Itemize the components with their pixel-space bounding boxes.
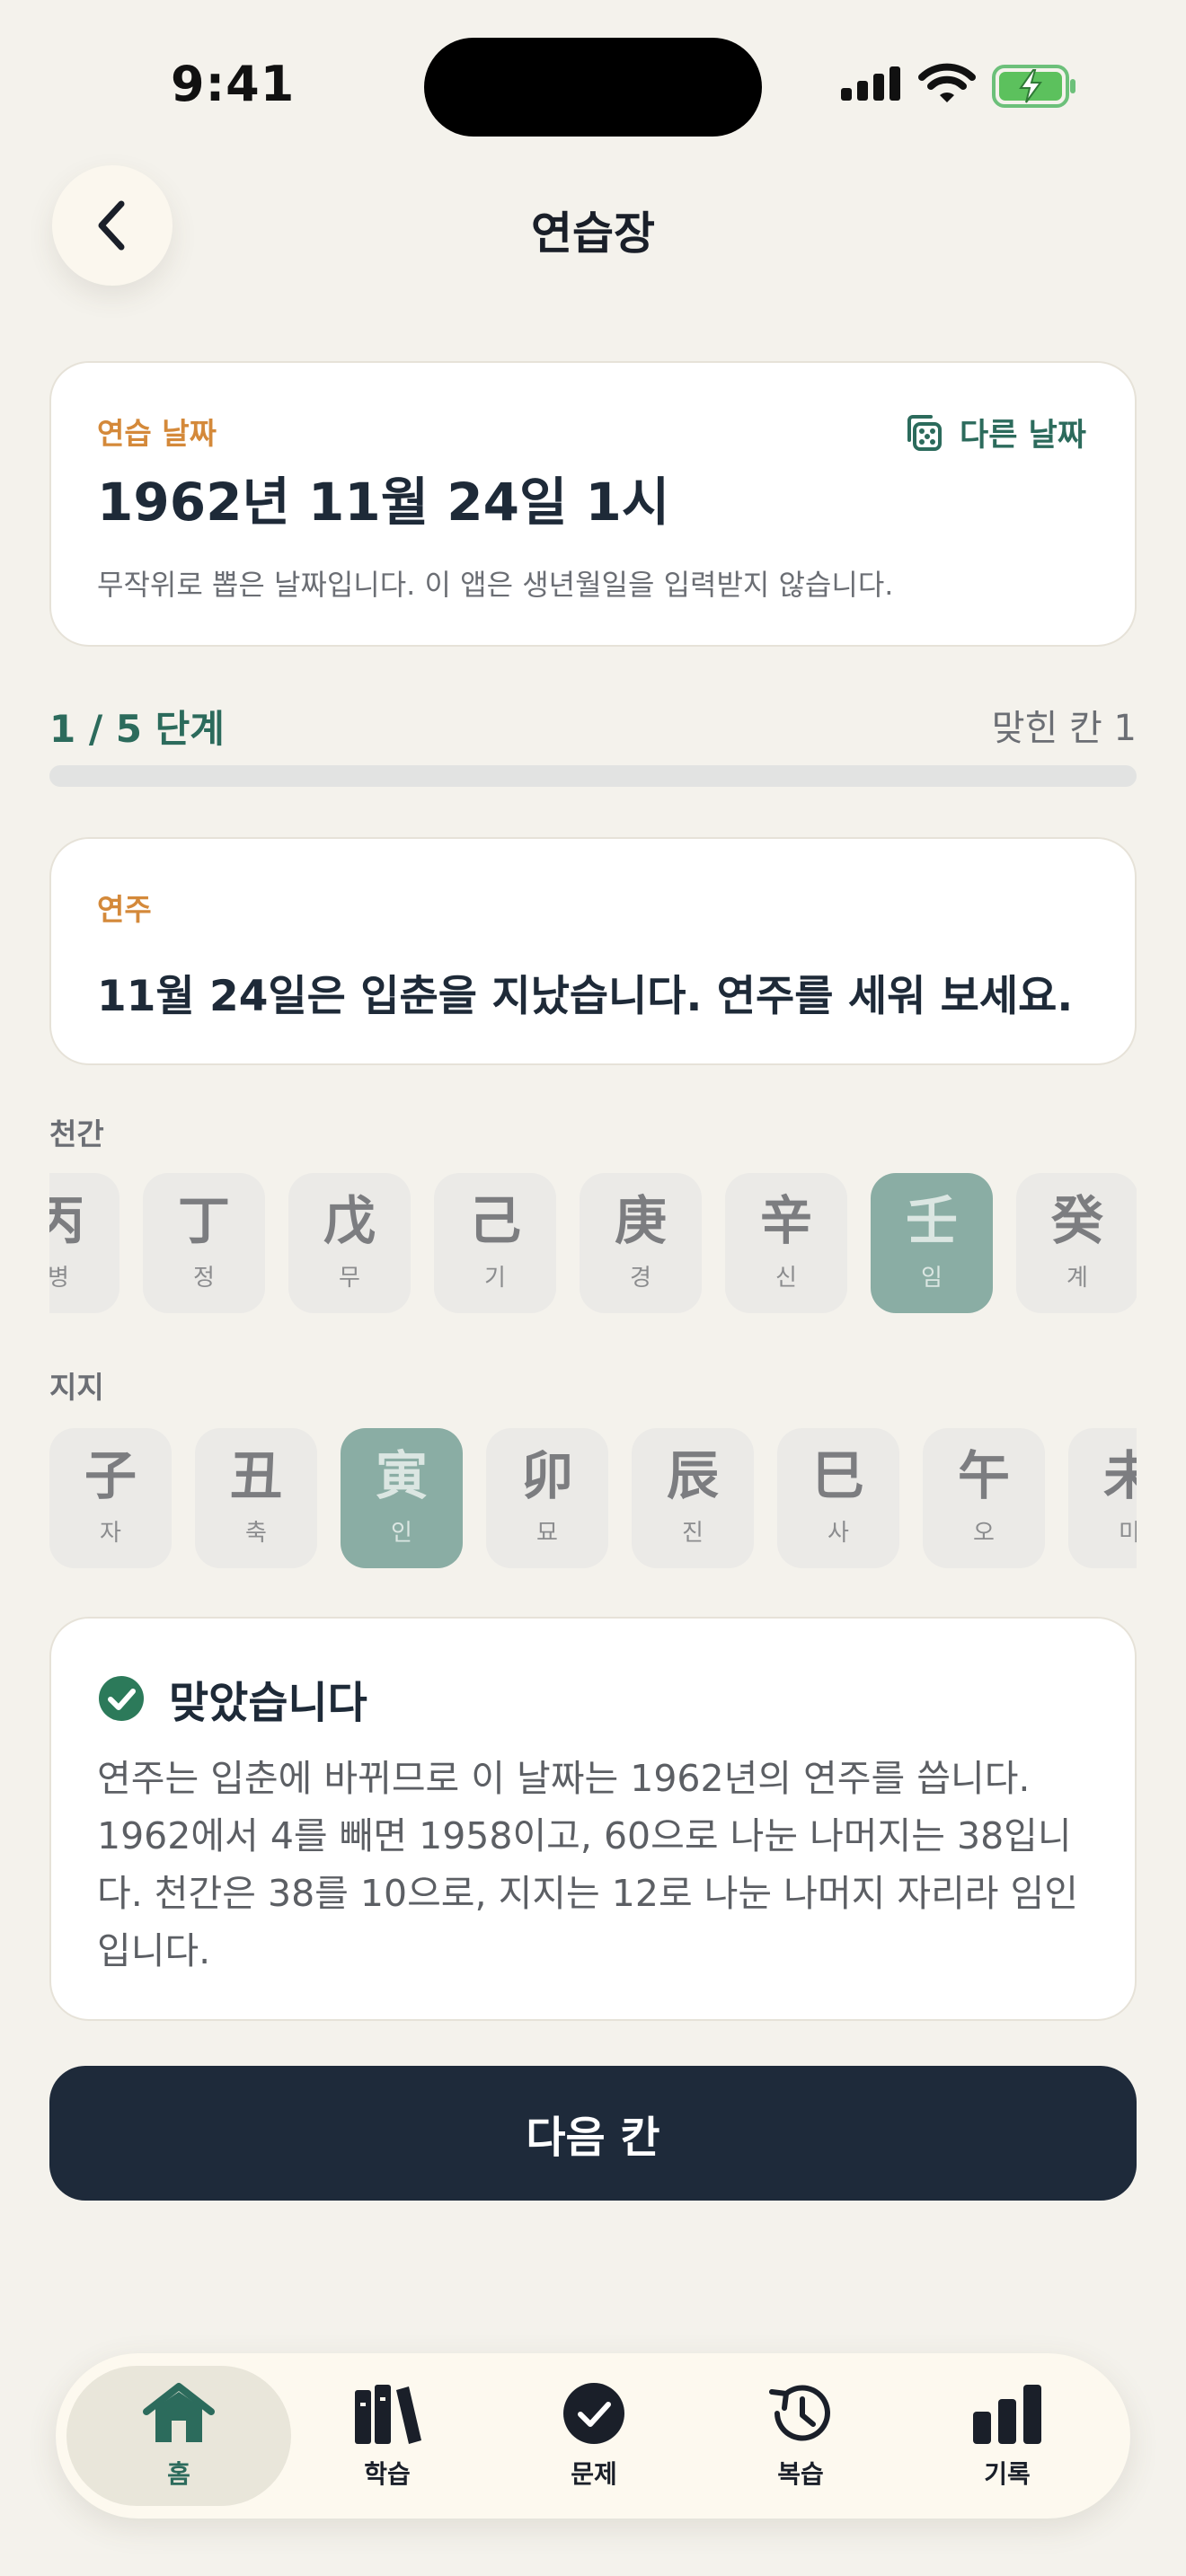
tab-quiz-label: 문제 — [571, 2459, 617, 2489]
stem-hangul: 계 — [1067, 1264, 1088, 1292]
question-card — [49, 837, 1137, 1065]
branch-hangul: 인 — [391, 1519, 412, 1547]
branch-hanja: 午 — [957, 1444, 1010, 1506]
stem-tile[interactable]: 庚경 — [580, 1173, 702, 1313]
stem-hanja: 丁 — [177, 1189, 230, 1251]
stem-hangul: 임 — [921, 1264, 943, 1292]
branch-tile[interactable]: 巳사 — [777, 1428, 899, 1568]
stem-hangul: 정 — [193, 1264, 215, 1292]
stem-tile[interactable]: 丙병 — [49, 1173, 119, 1313]
tab-home[interactable]: 홈 — [66, 2366, 291, 2506]
stem-tile[interactable]: 戊무 — [288, 1173, 411, 1313]
stems-scroller[interactable]: 丙병丁정戊무己기庚경辛신壬임癸계 — [49, 1173, 1137, 1317]
branch-hangul: 묘 — [536, 1519, 558, 1547]
page-title: 연습장 — [531, 207, 655, 260]
tab-review-label: 복습 — [777, 2459, 824, 2489]
branch-tile[interactable]: 午오 — [923, 1428, 1045, 1568]
wifi-icon — [918, 63, 976, 108]
tab-records-label: 기록 — [984, 2459, 1031, 2489]
branch-hangul: 진 — [682, 1519, 704, 1547]
next-cell-button[interactable]: 다음 칸 — [49, 2066, 1137, 2201]
stem-hangul: 신 — [775, 1264, 797, 1292]
branch-tile[interactable]: 寅인 — [341, 1428, 463, 1568]
history-icon — [769, 2385, 830, 2441]
branch-hanja: 巳 — [811, 1444, 864, 1506]
stem-tile[interactable]: 丁정 — [143, 1173, 265, 1313]
tab-study[interactable]: 학습 — [284, 2366, 491, 2506]
stem-tile[interactable]: 己기 — [434, 1173, 556, 1313]
stem-tile[interactable]: 壬임 — [871, 1173, 993, 1313]
branch-hangul: 미 — [1119, 1519, 1137, 1547]
branches-label: 지지 — [49, 1370, 104, 1405]
tab-home-label: 홈 — [167, 2459, 190, 2489]
branch-hanja: 未 — [1102, 1444, 1137, 1506]
home-icon — [143, 2383, 215, 2442]
bottom-tab-bar: 홈 학습 문제 복습 기록 — [56, 2353, 1130, 2519]
branch-hangul: 사 — [828, 1519, 849, 1547]
branch-tile[interactable]: 辰진 — [632, 1428, 754, 1568]
stems-label: 천간 — [49, 1116, 104, 1151]
branch-hanja: 丑 — [229, 1444, 282, 1506]
answer-title: 맞았습니다 — [169, 1678, 367, 1728]
stem-hanja: 壬 — [905, 1189, 958, 1251]
branch-hanja: 寅 — [375, 1444, 428, 1506]
branches-scroller[interactable]: 子자丑축寅인卯묘辰진巳사午오未미 — [49, 1428, 1137, 1572]
branch-tile[interactable]: 子자 — [49, 1428, 172, 1568]
dice-icon — [907, 414, 942, 451]
branch-tile[interactable]: 卯묘 — [486, 1428, 608, 1568]
tab-records[interactable]: 기록 — [904, 2366, 1111, 2506]
question-label: 연주 — [97, 892, 152, 927]
status-time: 9:41 — [171, 56, 296, 112]
stem-tile[interactable]: 辛신 — [725, 1173, 847, 1313]
branch-hangul: 오 — [973, 1519, 995, 1547]
dynamic-island — [424, 38, 762, 137]
other-date-button[interactable]: 다른 날짜 — [904, 410, 1086, 455]
stem-hangul: 기 — [484, 1264, 506, 1292]
battery-charging-icon — [992, 65, 1078, 111]
branch-hanja: 辰 — [666, 1444, 719, 1506]
tab-study-label: 학습 — [364, 2459, 411, 2489]
step-indicator: 1 / 5 단계 — [49, 707, 225, 751]
stem-hanja: 己 — [468, 1189, 521, 1251]
stem-hangul: 무 — [339, 1264, 360, 1292]
branch-tile[interactable]: 丑축 — [195, 1428, 317, 1568]
matched-count: 맞힌 칸 1 — [991, 708, 1137, 749]
stem-hangul: 경 — [630, 1264, 651, 1292]
stem-hanja: 辛 — [759, 1189, 812, 1251]
check-circle-icon — [99, 1676, 144, 1721]
books-icon — [355, 2385, 421, 2444]
tab-quiz[interactable]: 문제 — [491, 2366, 697, 2506]
stem-hangul: 병 — [49, 1264, 69, 1292]
branch-tile[interactable]: 未미 — [1068, 1428, 1137, 1568]
stem-hanja: 癸 — [1050, 1189, 1103, 1251]
tab-review[interactable]: 복습 — [697, 2366, 904, 2506]
stem-hanja: 丙 — [49, 1189, 84, 1251]
other-date-label: 다른 날짜 — [960, 418, 1086, 454]
answer-header: 맞았습니다 — [97, 1667, 367, 1730]
branch-hanja: 卯 — [520, 1444, 573, 1506]
stem-hanja: 戊 — [323, 1189, 376, 1251]
branch-hangul: 자 — [100, 1519, 121, 1547]
progress-bar — [49, 765, 1137, 787]
stem-hanja: 庚 — [614, 1189, 667, 1251]
branch-hanja: 子 — [84, 1444, 137, 1506]
stem-tile[interactable]: 癸계 — [1016, 1173, 1137, 1313]
check-circle-icon — [563, 2383, 624, 2444]
practice-date-value: 1962년 11월 24일 1시 — [97, 472, 670, 533]
practice-date-label: 연습 날짜 — [97, 416, 217, 451]
question-text: 11월 24일은 입춘을 지났습니다. 연주를 세워 보세요. — [97, 972, 1074, 1021]
cellular-signal-icon — [841, 66, 900, 101]
answer-explanation: 연주는 입춘에 바뀌므로 이 날짜는 1962년의 연주를 씁니다. 1962에… — [97, 1757, 1078, 1972]
bar-chart-icon — [973, 2385, 1041, 2444]
practice-date-note: 무작위로 뽑은 날짜입니다. 이 앱은 생년월일을 입력받지 않습니다. — [97, 568, 894, 602]
branch-hangul: 축 — [245, 1519, 267, 1547]
